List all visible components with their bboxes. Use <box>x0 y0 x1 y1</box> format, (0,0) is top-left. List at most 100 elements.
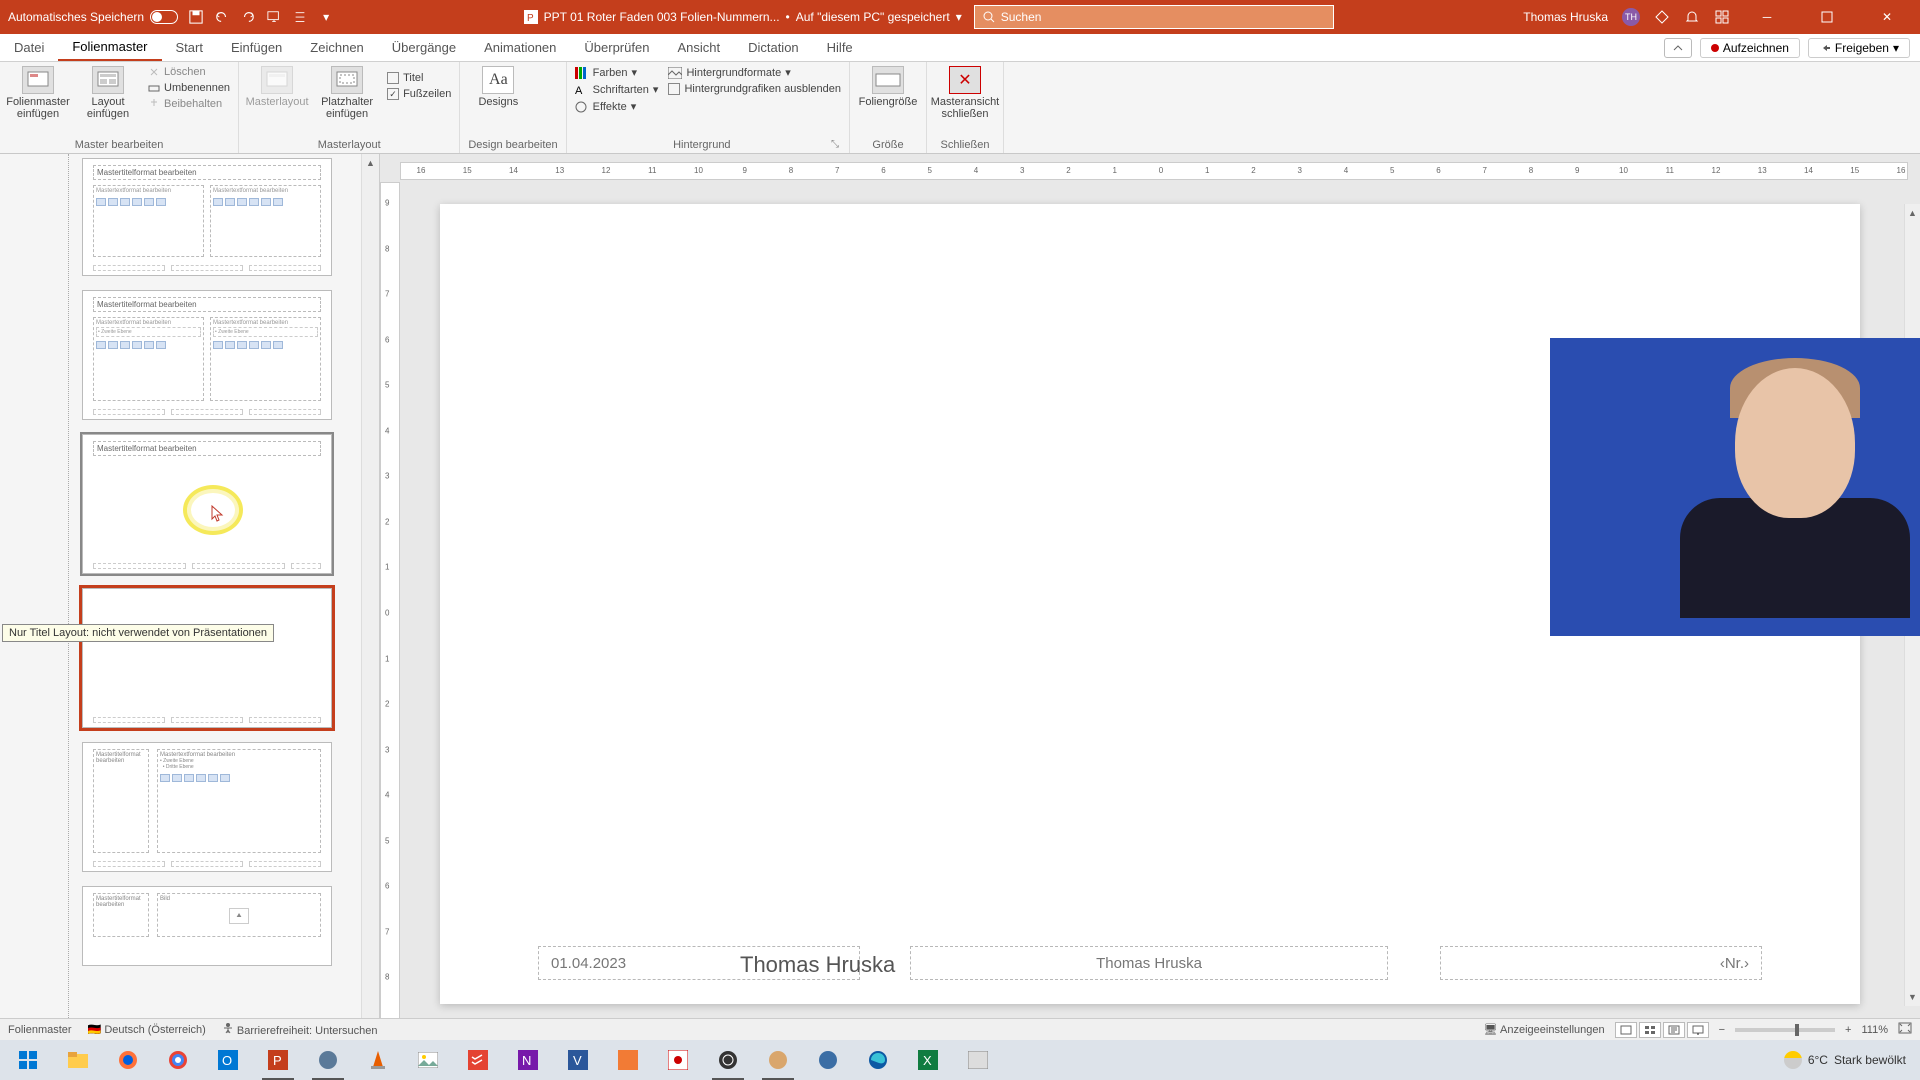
powerpoint-icon[interactable]: P <box>254 1040 302 1080</box>
window-options-icon[interactable] <box>1714 9 1730 25</box>
zoom-in-button[interactable]: + <box>1845 1024 1851 1036</box>
excel-icon[interactable]: X <box>904 1040 952 1080</box>
zoom-out-button[interactable]: − <box>1719 1024 1725 1036</box>
quick-access-more-icon[interactable] <box>292 9 308 25</box>
insert-placeholder-button[interactable]: Platzhalter einfügen <box>317 66 377 120</box>
sorter-view-button[interactable] <box>1639 1022 1661 1038</box>
close-button[interactable]: ✕ <box>1864 0 1910 34</box>
from-beginning-icon[interactable] <box>266 9 282 25</box>
diamond-icon[interactable] <box>1654 9 1670 25</box>
slide-number-placeholder[interactable]: ‹Nr.› <box>1440 946 1762 980</box>
display-settings-button[interactable]: 🖥 Anzeigeeinstellungen <box>1484 1023 1605 1036</box>
app-icon-4[interactable] <box>754 1040 802 1080</box>
title-checkbox[interactable]: Titel <box>387 72 451 84</box>
app-icon-3[interactable] <box>654 1040 702 1080</box>
tab-animationen[interactable]: Animationen <box>470 34 570 61</box>
todoist-icon[interactable] <box>454 1040 502 1080</box>
tab-ueberpruefen[interactable]: Überprüfen <box>570 34 663 61</box>
background-icon <box>668 67 682 79</box>
edge-icon[interactable] <box>854 1040 902 1080</box>
tab-folienmaster[interactable]: Folienmaster <box>58 34 161 61</box>
colors-button[interactable]: Farben▾ <box>575 66 659 79</box>
autosave-toggle[interactable]: Automatisches Speichern <box>8 10 178 24</box>
hide-background-graphics-checkbox[interactable]: Hintergrundgrafiken ausblenden <box>668 83 841 95</box>
footers-checkbox[interactable]: ✓Fußzeilen <box>387 88 451 100</box>
app-icon-6[interactable] <box>954 1040 1002 1080</box>
share-button[interactable]: Freigeben▾ <box>1808 38 1910 58</box>
accessibility-button[interactable]: Barrierefreiheit: Untersuchen <box>222 1022 378 1037</box>
firefox-icon[interactable] <box>104 1040 152 1080</box>
zoom-value[interactable]: 111% <box>1861 1024 1888 1036</box>
tab-datei[interactable]: Datei <box>0 34 58 61</box>
undo-icon[interactable] <box>214 9 230 25</box>
slideshow-view-button[interactable] <box>1687 1022 1709 1038</box>
tab-dictation[interactable]: Dictation <box>734 34 813 61</box>
status-bar: Folienmaster 🇩🇪 Deutsch (Österreich) Bar… <box>0 1018 1920 1040</box>
save-icon[interactable] <box>188 9 204 25</box>
layout-thumbnail[interactable]: Mastertitelformat bearbeiten Mastertextf… <box>82 158 332 276</box>
layout-thumbnail[interactable]: Mastertitelformat bearbeiten Bild⛰ <box>82 886 332 966</box>
minimize-button[interactable]: ─ <box>1744 0 1790 34</box>
insert-slide-master-button[interactable]: Folienmaster einfügen <box>8 66 68 120</box>
slide-size-button[interactable]: Foliengröße <box>858 66 918 108</box>
footer-placeholder[interactable]: Thomas Hruska <box>910 946 1388 980</box>
tab-hilfe[interactable]: Hilfe <box>813 34 867 61</box>
language-button[interactable]: 🇩🇪 Deutsch (Österreich) <box>88 1023 206 1036</box>
reading-view-button[interactable] <box>1663 1022 1685 1038</box>
scroll-down-icon[interactable]: ▼ <box>1906 990 1920 1004</box>
status-view-label[interactable]: Folienmaster <box>8 1024 72 1036</box>
delete-button[interactable]: Löschen <box>148 66 230 78</box>
app-icon-2[interactable] <box>604 1040 652 1080</box>
fonts-button[interactable]: ASchriftarten▾ <box>575 83 659 96</box>
rename-button[interactable]: Umbenennen <box>148 82 230 94</box>
app-icon-5[interactable] <box>804 1040 852 1080</box>
document-title[interactable]: P PPT 01 Roter Faden 003 Folien-Nummern.… <box>524 10 962 24</box>
chevron-down-icon[interactable]: ▾ <box>956 10 962 24</box>
tab-start[interactable]: Start <box>162 34 217 61</box>
tab-einfuegen[interactable]: Einfügen <box>217 34 296 61</box>
bell-icon[interactable] <box>1684 9 1700 25</box>
effects-button[interactable]: Effekte▾ <box>575 100 659 113</box>
file-explorer-icon[interactable] <box>54 1040 102 1080</box>
layout-thumbnail[interactable]: Mastertitelformat bearbeiten Mastertextf… <box>82 742 332 872</box>
insert-layout-button[interactable]: Layout einfügen <box>78 66 138 120</box>
chrome-icon[interactable] <box>154 1040 202 1080</box>
scroll-up-icon[interactable]: ▲ <box>364 156 378 170</box>
onenote-icon[interactable]: N <box>504 1040 552 1080</box>
obs-icon[interactable] <box>704 1040 752 1080</box>
normal-view-button[interactable] <box>1615 1022 1637 1038</box>
dialog-launcher-icon[interactable]: ⤡ <box>829 139 841 150</box>
background-styles-button[interactable]: Hintergrundformate▾ <box>668 66 841 79</box>
masterlayout-icon <box>261 66 293 94</box>
start-button[interactable] <box>4 1040 52 1080</box>
fit-window-button[interactable] <box>1898 1022 1912 1037</box>
user-avatar[interactable]: TH <box>1622 8 1640 26</box>
thumbnail-scrollbar[interactable]: ▲ ▼ <box>361 154 379 1046</box>
layout-thumbnail-title-only[interactable]: Mastertitelformat bearbeiten <box>82 434 332 574</box>
tab-ansicht[interactable]: Ansicht <box>663 34 734 61</box>
app-icon-1[interactable] <box>304 1040 352 1080</box>
zoom-slider[interactable] <box>1735 1028 1835 1032</box>
collapse-ribbon-button[interactable] <box>1664 38 1692 58</box>
author-text[interactable]: Thomas Hruska <box>740 952 895 978</box>
layout-thumbnail-blank[interactable] <box>82 588 332 728</box>
svg-text:V: V <box>573 1053 582 1068</box>
preserve-button[interactable]: Beibehalten <box>148 98 230 110</box>
user-name-label[interactable]: Thomas Hruska <box>1523 10 1608 24</box>
vlc-icon[interactable] <box>354 1040 402 1080</box>
tab-zeichnen[interactable]: Zeichnen <box>296 34 377 61</box>
designs-button[interactable]: Aa Designs <box>468 66 528 108</box>
weather-widget[interactable]: 6°C Stark bewölkt <box>1784 1051 1906 1069</box>
scroll-up-icon[interactable]: ▲ <box>1906 206 1920 220</box>
redo-icon[interactable] <box>240 9 256 25</box>
record-button[interactable]: Aufzeichnen <box>1700 38 1800 58</box>
close-master-view-button[interactable]: ✕ Masteransicht schließen <box>935 66 995 120</box>
visio-icon[interactable]: V <box>554 1040 602 1080</box>
tab-uebergaenge[interactable]: Übergänge <box>378 34 470 61</box>
image-viewer-icon[interactable] <box>404 1040 452 1080</box>
outlook-icon[interactable]: O <box>204 1040 252 1080</box>
maximize-button[interactable] <box>1804 0 1850 34</box>
qat-dropdown-icon[interactable]: ▾ <box>318 9 334 25</box>
layout-thumbnail[interactable]: Mastertitelformat bearbeiten Mastertextf… <box>82 290 332 420</box>
search-input[interactable]: Suchen <box>974 5 1334 29</box>
